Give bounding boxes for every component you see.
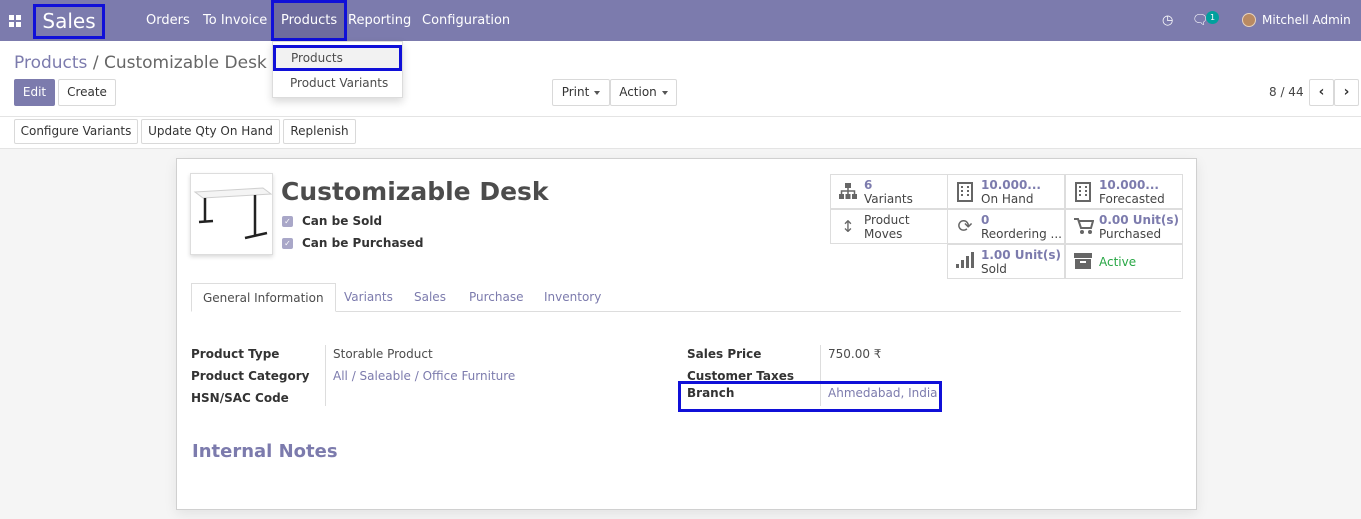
product-moves-line2: Moves (864, 227, 903, 241)
activity-clock-icon[interactable]: ◷ (1162, 0, 1173, 41)
reordering-value: 0 (981, 213, 990, 227)
forecasted-label: Forecasted (1099, 192, 1165, 206)
menu-products[interactable]: Products (271, 0, 348, 41)
menu-configuration[interactable]: Configuration (422, 0, 510, 41)
update-qty-button[interactable]: Update Qty On Hand (141, 119, 280, 144)
tab-purchase[interactable]: Purchase (458, 283, 535, 312)
products-dropdown-menu: Products Product Variants (272, 41, 403, 98)
product-title[interactable]: Customizable Desk (281, 177, 549, 206)
print-button[interactable]: Print (552, 79, 610, 106)
avatar[interactable] (1242, 13, 1256, 27)
signal-icon (956, 252, 974, 272)
active-toggle-button[interactable]: Active (1065, 244, 1183, 279)
product-moves-line1: Product (864, 213, 910, 227)
variants-smart-button[interactable]: 6 Variants (830, 174, 948, 209)
breadcrumb: Products / Customizable Desk (14, 53, 267, 73)
menu-reporting[interactable]: Reporting (348, 0, 411, 41)
pager-previous-button[interactable]: ‹ (1309, 79, 1334, 106)
product-type-value: Storable Product (333, 347, 433, 361)
sales-price-value: 750.00 ₹ (828, 347, 882, 361)
reordering-label: Reordering ... (981, 227, 1062, 241)
dropdown-item-products[interactable]: Products (273, 45, 402, 71)
configure-variants-button[interactable]: Configure Variants (14, 119, 138, 144)
user-name[interactable]: Mitchell Admin (1262, 0, 1351, 41)
arrows-v-icon: ↕ (841, 217, 855, 236)
breadcrumb-parent[interactable]: Products (14, 53, 87, 73)
caret-down-icon (594, 90, 601, 95)
breadcrumb-separator: / (92, 53, 99, 73)
can-be-purchased-label: Can be Purchased (302, 236, 424, 250)
branch-highlight-box (678, 381, 942, 412)
building-icon (1074, 182, 1092, 202)
refresh-icon: ⟳ (957, 216, 973, 237)
action-label: Action (619, 85, 657, 99)
variants-count: 6 (864, 178, 873, 192)
can-be-sold-label: Can be Sold (302, 214, 383, 228)
product-image[interactable] (190, 173, 273, 255)
edit-button[interactable]: Edit (14, 79, 55, 106)
forecasted-value: 10.000... (1099, 178, 1159, 192)
pager-value[interactable]: 8 / 44 (1269, 85, 1304, 99)
top-navbar: Sales Orders To Invoice Products Reporti… (0, 0, 1361, 41)
sales-price-label: Sales Price (687, 347, 762, 361)
internal-notes-heading: Internal Notes (192, 441, 338, 462)
product-category-link[interactable]: All / Saleable / Office Furniture (333, 369, 515, 383)
archive-icon (1074, 252, 1092, 272)
messages-badge: 1 (1206, 11, 1219, 24)
field-separator (325, 345, 326, 406)
sitemap-icon (839, 182, 857, 202)
purchased-label: Purchased (1099, 227, 1162, 241)
action-button[interactable]: Action (610, 79, 677, 106)
sold-value: 1.00 Unit(s) (981, 248, 1062, 262)
purchased-smart-button[interactable]: 0.00 Unit(s) Purchased (1065, 209, 1183, 244)
product-category-label: Product Category (191, 369, 310, 383)
print-label: Print (561, 85, 590, 99)
dropdown-item-product-variants[interactable]: Product Variants (273, 70, 402, 96)
on-hand-label: On Hand (981, 192, 1034, 206)
tab-inventory[interactable]: Inventory (533, 283, 612, 312)
app-name[interactable]: Sales (33, 4, 105, 39)
menu-to-invoice[interactable]: To Invoice (203, 0, 267, 41)
desk-image (193, 187, 273, 240)
tab-variants[interactable]: Variants (333, 283, 404, 312)
can-be-purchased-checkbox[interactable]: ✓ (282, 238, 293, 249)
hsn-code-label: HSN/SAC Code (191, 391, 289, 405)
create-button[interactable]: Create (58, 79, 116, 106)
apps-grid-icon[interactable] (9, 15, 21, 27)
reordering-smart-button[interactable]: ⟳ 0 Reordering ... (947, 209, 1065, 244)
active-label: Active (1099, 255, 1137, 269)
caret-down-icon (661, 90, 668, 95)
sold-smart-button[interactable]: 1.00 Unit(s) Sold (947, 244, 1065, 279)
tab-sales[interactable]: Sales (403, 283, 457, 312)
on-hand-smart-button[interactable]: 10.000... On Hand (947, 174, 1065, 209)
menu-orders[interactable]: Orders (146, 0, 190, 41)
cart-icon (1074, 217, 1095, 237)
product-type-label: Product Type (191, 347, 280, 361)
product-moves-smart-button[interactable]: ↕ Product Moves (830, 209, 948, 244)
sold-label: Sold (981, 262, 1007, 276)
forecasted-smart-button[interactable]: 10.000... Forecasted (1065, 174, 1183, 209)
on-hand-value: 10.000... (981, 178, 1041, 192)
purchased-value: 0.00 Unit(s) (1099, 213, 1180, 227)
variants-label: Variants (864, 192, 913, 206)
breadcrumb-current: Customizable Desk (103, 53, 267, 73)
building-icon (956, 182, 974, 202)
pager-next-button[interactable]: › (1334, 79, 1359, 106)
replenish-button[interactable]: Replenish (283, 119, 356, 144)
tab-general-information[interactable]: General Information (191, 283, 336, 312)
can-be-sold-checkbox[interactable]: ✓ (282, 216, 293, 227)
